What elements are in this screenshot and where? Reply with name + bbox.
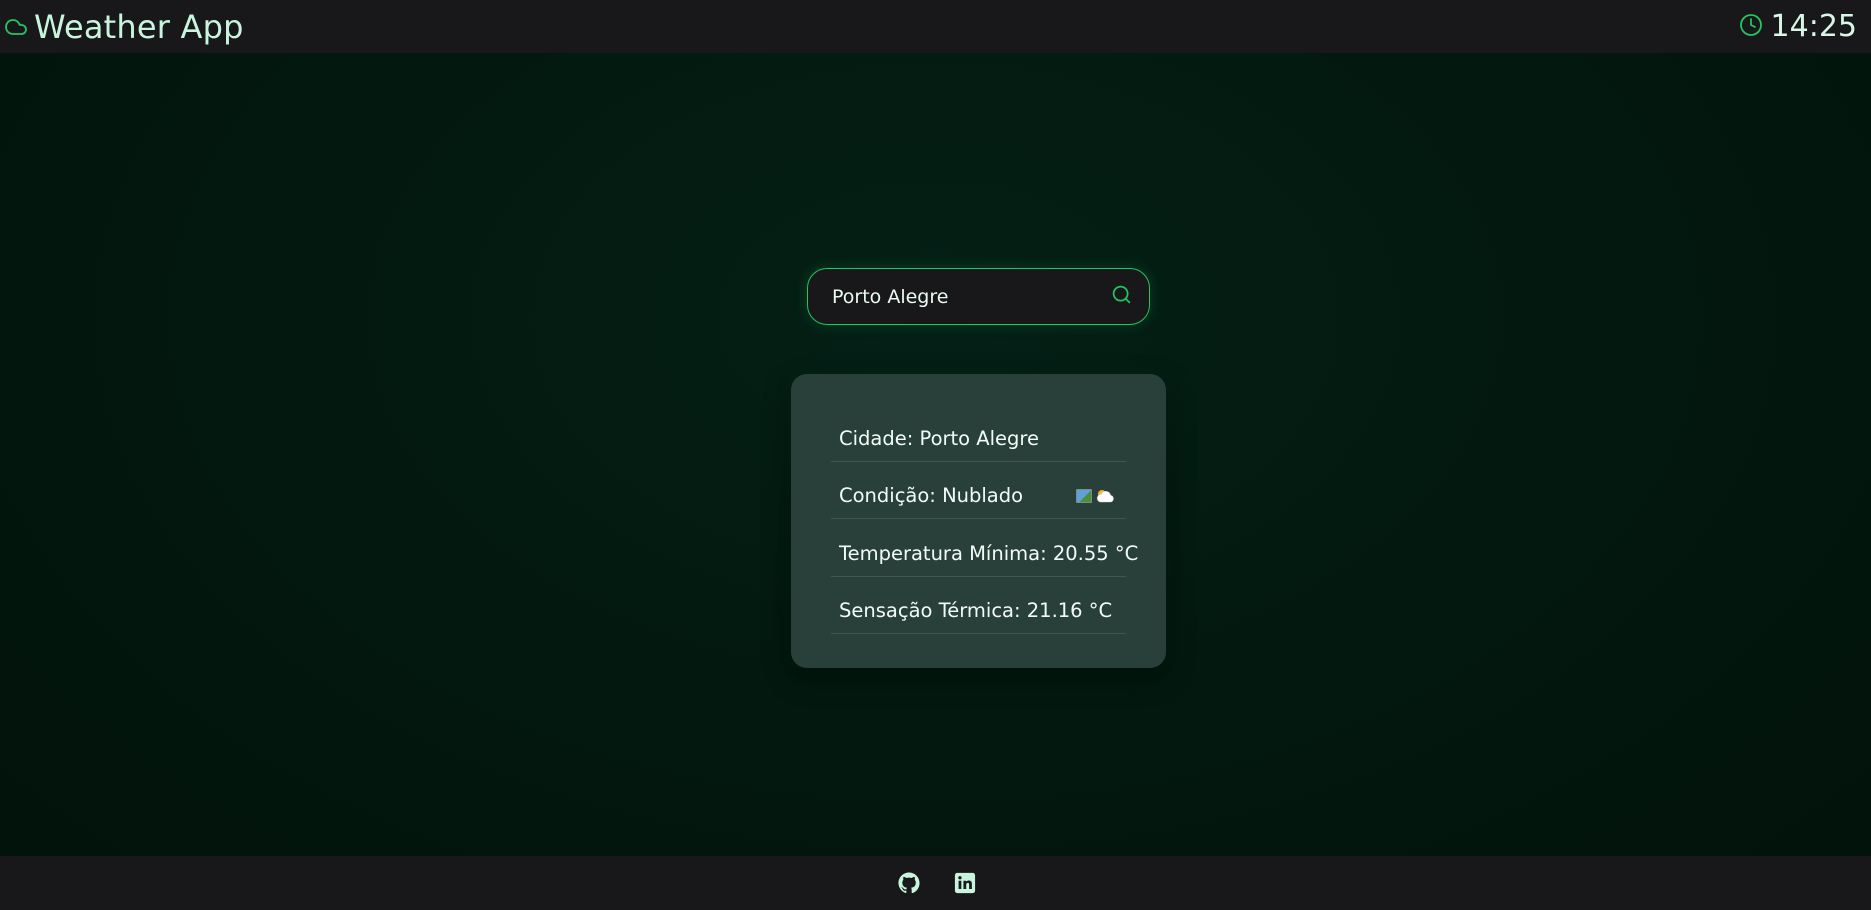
cloud-icon	[4, 15, 28, 39]
footer-bar	[0, 856, 1871, 910]
city-text: Cidade: Porto Alegre	[839, 426, 1040, 450]
temp-min-row: Temperatura Mínima: 20.55 °C	[831, 519, 1138, 577]
app-root: Weather App 14:25 Cidade: Porto	[0, 0, 1871, 910]
clock-icon	[1739, 13, 1763, 41]
top-bar: Weather App 14:25	[0, 0, 1871, 53]
current-time: 14:25	[1770, 8, 1857, 44]
weather-card: Cidade: Porto Alegre Condição: Nublado T…	[791, 374, 1166, 668]
broken-image-icon	[1076, 488, 1092, 503]
feels-like-row: Sensação Térmica: 21.16 °C	[831, 577, 1126, 634]
github-icon	[898, 872, 920, 894]
temp-min-text: Temperatura Mínima: 20.55 °C	[839, 541, 1139, 565]
linkedin-icon	[954, 872, 976, 894]
partly-cloudy-icon	[1076, 488, 1116, 504]
condition-text: Condição: Nublado	[839, 484, 1024, 508]
brand: Weather App	[4, 11, 244, 43]
linkedin-link[interactable]	[954, 872, 976, 894]
city-search-input[interactable]	[832, 285, 1107, 308]
github-link[interactable]	[898, 872, 920, 894]
search-icon	[1111, 284, 1132, 309]
clock: 14:25	[1739, 8, 1857, 44]
condition-row: Condição: Nublado	[831, 462, 1126, 519]
search-bar	[807, 268, 1150, 325]
feels-like-text: Sensação Térmica: 21.16 °C	[839, 599, 1113, 623]
city-row: Cidade: Porto Alegre	[831, 404, 1126, 462]
search-button[interactable]	[1107, 283, 1135, 311]
app-title: Weather App	[34, 7, 244, 46]
